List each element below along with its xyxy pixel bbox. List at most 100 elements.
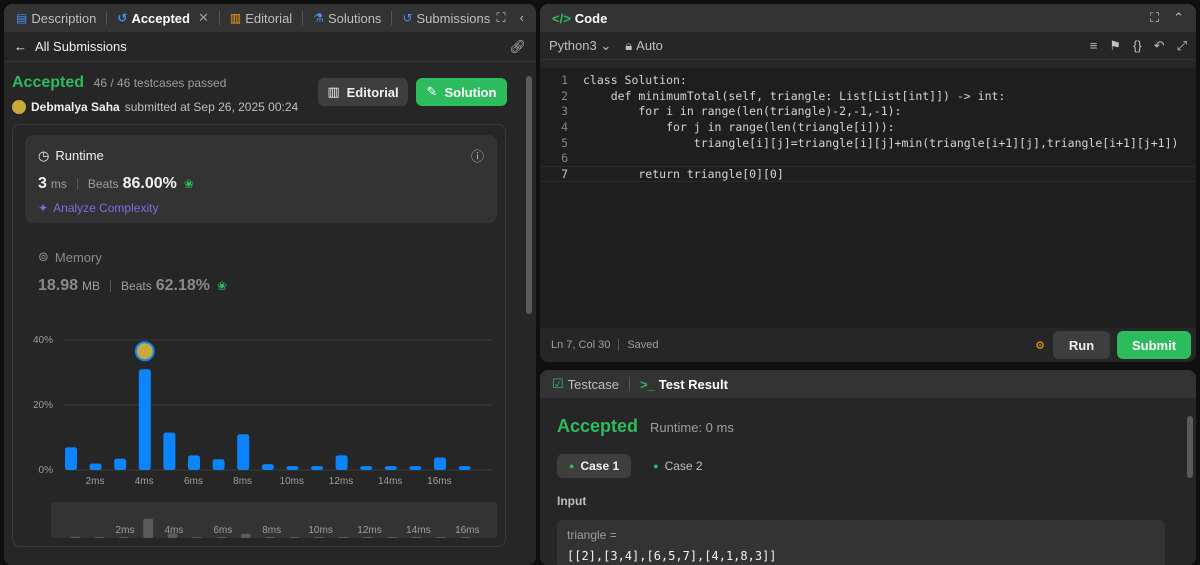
expand-icon[interactable]: ⤢ <box>1177 38 1187 54</box>
sparkle-icon: ❀ <box>183 177 194 191</box>
tab-accepted[interactable]: ↺ Accepted ✕ <box>113 4 213 32</box>
x-tick-label: 10ms <box>280 476 304 487</box>
result-body: Accepted Runtime: 0 ms ● Case 1 ● Case 2 I… <box>557 416 1177 565</box>
tab-description[interactable]: ▤ Description <box>12 4 100 32</box>
tab-code[interactable]: </> Code <box>548 4 611 32</box>
tab-divider <box>218 11 220 25</box>
memory-card[interactable]: ⊚ Memory 18.98 MB Beats 62.18% ❀ <box>38 249 227 295</box>
overview-bar <box>94 537 105 538</box>
runtime-value: 3 <box>38 175 47 192</box>
submission-header: Accepted 46 / 46 testcases passed Debmal… <box>12 74 298 114</box>
braces-icon[interactable]: {} <box>1133 38 1142 54</box>
lock-icon: 🔒︎ <box>625 37 633 53</box>
bookmark-icon[interactable]: ⚑ <box>1109 38 1121 54</box>
divider <box>110 280 112 292</box>
overview-bar <box>411 537 422 538</box>
avatar[interactable] <box>12 100 26 114</box>
chart-bar <box>384 466 397 470</box>
case-1-tab[interactable]: ● Case 1 <box>557 454 632 478</box>
line-number: 1 <box>561 72 568 87</box>
tab-editorial[interactable]: ▥ Editorial <box>226 4 296 32</box>
runtime-distribution-chart[interactable]: 0% 20% 40% 2ms 4ms 6ms 8ms 10ms 12ms 14ms 16ms 2ms 4… <box>13 320 507 545</box>
y-tick-label: 0% <box>39 465 54 476</box>
runtime-unit: ms <box>50 177 67 191</box>
chart-bar <box>311 466 323 470</box>
collapse-icon[interactable]: ⌃ <box>1173 10 1184 26</box>
maximize-icon[interactable]: ⛶ <box>1150 10 1159 26</box>
overview-bar <box>436 537 446 538</box>
result-runtime: Runtime: 0 ms <box>650 420 734 435</box>
result-scrollbar[interactable] <box>1187 416 1193 478</box>
overview-tick-label: 4ms <box>164 525 183 536</box>
overview-bar <box>265 537 276 538</box>
sparkle-icon: ❀ <box>217 279 228 293</box>
chevron-down-icon: ⌄ <box>600 37 612 53</box>
debug-icon[interactable]: ⚙ <box>1035 339 1045 352</box>
chart-bar <box>188 455 200 470</box>
link-icon[interactable]: 🔗︎ <box>509 39 526 55</box>
left-scrollbar[interactable] <box>526 76 532 314</box>
overview-bar <box>192 537 202 538</box>
reset-icon[interactable]: ↶ <box>1154 38 1165 54</box>
input-label: Input <box>557 494 587 508</box>
pass-dot-icon: ● <box>653 461 659 471</box>
stats-container: ◷ Runtime ⓘ 3 ms Beats 86.00% ❀ ✦ Analyz… <box>12 124 506 547</box>
runtime-card[interactable]: ◷ Runtime ⓘ 3 ms Beats 86.00% ❀ ✦ Analyz… <box>25 135 497 223</box>
code-line[interactable]: for j in range(len(triangle[i])): <box>568 120 894 134</box>
chart-bar <box>65 447 77 470</box>
format-icon[interactable]: ≡ <box>1090 38 1098 54</box>
overview-bar <box>460 537 471 538</box>
tab-solutions[interactable]: ⚗ Solutions <box>309 4 385 32</box>
code-line[interactable]: return triangle[0][0] <box>568 167 783 181</box>
submit-button[interactable]: Submit <box>1117 331 1191 359</box>
editorial-button[interactable]: ▥ Editorial <box>318 78 408 106</box>
memory-beats-pct: 62.18% <box>155 277 210 294</box>
overview-tick-label: 14ms <box>406 525 430 536</box>
tab-submissions[interactable]: ↺ Submissions <box>398 4 494 32</box>
tab-testcase[interactable]: ☑ Testcase <box>548 370 623 398</box>
code-editor[interactable]: 1 class Solution: 2 def minimumTotal(self… <box>540 68 1196 328</box>
code-line[interactable]: for i in range(len(triangle)-2,-1,-1): <box>568 104 901 118</box>
back-arrow-icon[interactable]: ← <box>14 39 27 54</box>
runtime-beats-pct: 86.00% <box>122 175 177 192</box>
maximize-icon[interactable]: ⛶ <box>497 10 506 26</box>
author-name[interactable]: Debmalya Saha <box>31 100 120 114</box>
tab-test-result[interactable]: >_ Test Result <box>636 370 732 398</box>
edit-icon: ✎ <box>426 84 438 99</box>
terminal-icon: >_ <box>639 376 655 392</box>
runtime-title: Runtime <box>55 148 104 163</box>
info-icon[interactable]: ⓘ <box>471 146 484 165</box>
memory-unit: MB <box>82 279 101 293</box>
chart-bar <box>261 464 274 470</box>
magic-icon: ✦ <box>38 201 49 215</box>
code-line[interactable]: triangle[i][j]=triangle[i][j]+min(triang… <box>568 136 1179 150</box>
tab-divider <box>628 377 630 391</box>
case-2-tab[interactable]: ● Case 2 <box>641 454 714 478</box>
input-box: triangle = [[2],[3,4],[6,5,7],[4,1,8,3]] <box>557 520 1165 565</box>
chart-bar <box>89 463 102 470</box>
solution-button[interactable]: ✎ Solution <box>416 78 507 106</box>
code-line[interactable]: def minimumTotal(self, triangle: List[Li… <box>568 89 1006 103</box>
analyze-complexity-link[interactable]: ✦ Analyze Complexity <box>38 201 484 215</box>
tab-divider <box>106 11 108 25</box>
result-tabbar: ☑ Testcase >_ Test Result <box>540 370 1196 398</box>
clock-icon: ◷ <box>38 147 50 163</box>
save-status: Saved <box>627 339 659 351</box>
language-select[interactable]: Python3 ⌄ <box>549 38 611 54</box>
chart-bar <box>286 466 299 470</box>
overview-bar <box>362 537 373 538</box>
line-number: 6 <box>561 151 568 166</box>
chart-bar <box>237 434 250 470</box>
testcases-passed: 46 / 46 testcases passed <box>93 76 227 90</box>
chart-bar <box>212 459 225 470</box>
all-submissions-link[interactable]: All Submissions <box>35 39 127 54</box>
overview-bar <box>338 537 349 538</box>
x-tick-label: 2ms <box>86 476 105 487</box>
memory-value: 18.98 <box>38 277 79 294</box>
run-button[interactable]: Run <box>1053 331 1110 359</box>
close-icon[interactable]: ✕ <box>198 10 209 26</box>
mode-label[interactable]: Auto <box>636 38 663 53</box>
collapse-left-icon[interactable]: ‹ <box>520 10 524 26</box>
code-line[interactable]: class Solution: <box>568 73 687 87</box>
flask-icon: ⚗ <box>313 11 324 25</box>
